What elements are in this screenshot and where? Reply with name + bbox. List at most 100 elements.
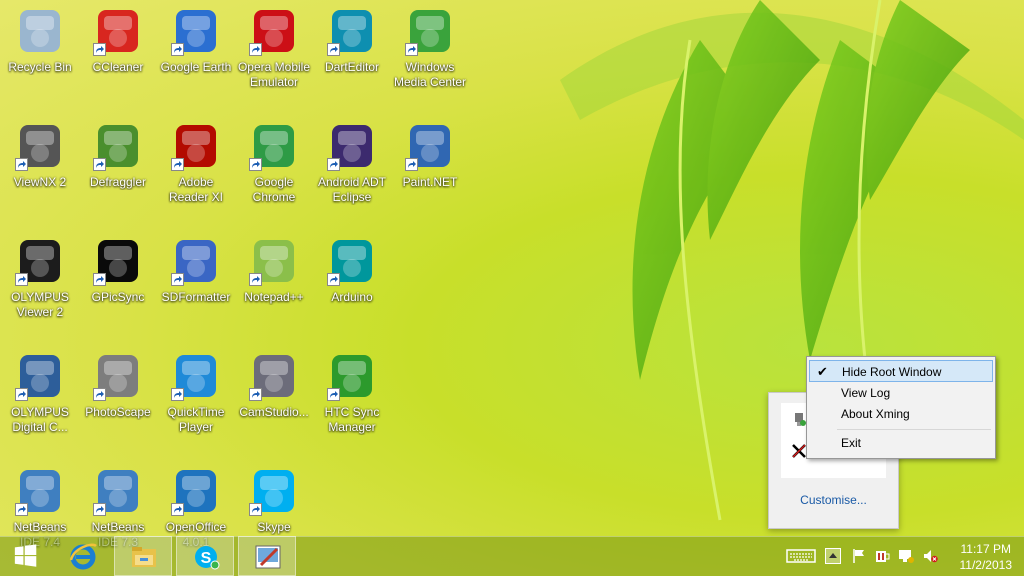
desktop-icon[interactable]: QuickTime Player (157, 347, 235, 457)
ccleaner-icon (93, 8, 143, 56)
network-icon[interactable] (898, 548, 914, 564)
desktop-icon[interactable]: Windows Media Center (391, 2, 469, 112)
quicktime-icon (171, 353, 221, 401)
clock-time: 11:17 PM (960, 542, 1011, 556)
menu-item-label: View Log (841, 386, 891, 400)
menu-item-about-xming[interactable]: About Xming (809, 403, 993, 425)
opera-icon (249, 8, 299, 56)
shortcut-arrow-icon (249, 273, 262, 286)
desktop-icon-label: HTC Sync Manager (324, 405, 380, 434)
desktop-icon[interactable]: Paint.NET (391, 117, 469, 227)
shortcut-arrow-icon (249, 43, 262, 56)
desktop-icon[interactable]: ViewNX 2 (1, 117, 79, 227)
desktop-icon-label: Adobe Reader XI (168, 175, 224, 204)
usb-device-icon[interactable] (791, 411, 807, 427)
desktop-icon-label: Arduino (331, 290, 373, 304)
desktop-icon[interactable]: CamStudio... (235, 347, 313, 457)
shortcut-arrow-icon (171, 273, 184, 286)
olympus-viewer-icon (15, 238, 65, 286)
shortcut-arrow-icon (249, 503, 262, 516)
shortcut-arrow-icon (171, 503, 184, 516)
start-button[interactable] (0, 536, 58, 576)
desktop-icon-label: QuickTime Player (167, 405, 225, 434)
touch-keyboard-icon[interactable] (786, 548, 816, 564)
menu-item-exit[interactable]: Exit (809, 432, 993, 454)
desktop-icon[interactable]: GPicSync (79, 232, 157, 342)
shortcut-arrow-icon (93, 273, 106, 286)
taskbar-skype[interactable]: S (176, 536, 234, 576)
menu-item-hide-root-window[interactable]: ✔ Hide Root Window (809, 360, 993, 382)
menu-item-view-log[interactable]: View Log (809, 382, 993, 404)
desktop-icon[interactable]: Adobe Reader XI (157, 117, 235, 227)
desktop-icon-label: OLYMPUS Digital C... (11, 405, 69, 434)
shortcut-arrow-icon (93, 43, 106, 56)
desktop-icon[interactable]: Opera Mobile Emulator (235, 2, 313, 112)
desktop-icon[interactable]: PhotoScape (79, 347, 157, 457)
recycle-bin-icon (15, 8, 65, 56)
menu-separator (837, 429, 991, 430)
power-status-icon[interactable] (874, 548, 890, 564)
desktop-icon[interactable]: CCleaner (79, 2, 157, 112)
camstudio-icon (249, 353, 299, 401)
openoffice-icon (171, 468, 221, 516)
gpicsync-icon (93, 238, 143, 286)
desktop-icon-label: Recycle Bin (8, 60, 72, 74)
taskbar-internet-explorer[interactable] (54, 536, 112, 576)
xming-context-menu: ✔ Hide Root Window View Log About Xming … (806, 356, 996, 459)
desktop-icon[interactable]: Defraggler (79, 117, 157, 227)
desktop-icon[interactable]: Android ADT Eclipse (313, 117, 391, 227)
desktop-icon-label: Google Chrome (252, 175, 296, 204)
paint-net-icon (405, 123, 455, 171)
file-explorer-icon (132, 547, 156, 567)
viewnx-icon (15, 123, 65, 171)
arduino-icon (327, 238, 377, 286)
shortcut-arrow-icon (15, 388, 28, 401)
notepadpp-icon (249, 238, 299, 286)
taskbar-file-explorer[interactable] (114, 536, 172, 576)
desktop-icon-label: Notepad++ (244, 290, 304, 304)
desktop-icon[interactable]: Google Earth (157, 2, 235, 112)
shortcut-arrow-icon (15, 503, 28, 516)
desktop-icon-label: PhotoScape (85, 405, 151, 419)
dart-editor-icon (327, 8, 377, 56)
desktop-icon-label: CCleaner (92, 60, 144, 74)
internet-explorer-icon (69, 543, 97, 570)
shortcut-arrow-icon (171, 43, 184, 56)
desktop-icon-label: Windows Media Center (393, 60, 467, 89)
paint-net-icon (255, 545, 281, 569)
desktop-icon[interactable]: Arduino (313, 232, 391, 342)
svg-text:S: S (201, 550, 212, 567)
taskbar: S 11:17 PM 11/2/2013 (0, 536, 1024, 576)
desktop-icon[interactable]: OLYMPUS Digital C... (1, 347, 79, 457)
customise-link[interactable]: Customise... (769, 493, 898, 507)
desktop-icon[interactable]: Recycle Bin (1, 2, 79, 112)
action-center-flag-icon[interactable] (851, 548, 867, 564)
netbeans-icon (93, 468, 143, 516)
desktop-icon[interactable]: Google Chrome (235, 117, 313, 227)
desktop-icon[interactable]: DartEditor (313, 2, 391, 112)
shortcut-arrow-icon (249, 388, 262, 401)
desktop-icon[interactable]: Notepad++ (235, 232, 313, 342)
media-center-icon (405, 8, 455, 56)
desktop-icon-label: CamStudio... (239, 405, 309, 419)
skype-icon (249, 468, 299, 516)
taskbar-paint-net[interactable] (238, 536, 296, 576)
desktop-icon[interactable]: OLYMPUS Viewer 2 (1, 232, 79, 342)
desktop-icon[interactable]: HTC Sync Manager (313, 347, 391, 457)
volume-muted-icon[interactable] (922, 548, 938, 564)
menu-item-label: Exit (841, 436, 862, 450)
checkmark-icon: ✔ (817, 364, 828, 379)
show-hidden-icons-button[interactable] (825, 548, 841, 564)
shortcut-arrow-icon (93, 388, 106, 401)
desktop-icon[interactable]: SDFormatter (157, 232, 235, 342)
xming-icon[interactable] (791, 443, 807, 459)
desktop-icon-label: ViewNX 2 (13, 175, 67, 189)
desktop-icon-label: OLYMPUS Viewer 2 (11, 290, 69, 319)
shortcut-arrow-icon (249, 158, 262, 171)
eclipse-icon (327, 123, 377, 171)
menu-item-label: About Xming (841, 407, 910, 421)
system-clock[interactable]: 11:17 PM 11/2/2013 (960, 541, 1013, 573)
adobe-reader-icon (171, 123, 221, 171)
shortcut-arrow-icon (327, 273, 340, 286)
photoscape-icon (93, 353, 143, 401)
